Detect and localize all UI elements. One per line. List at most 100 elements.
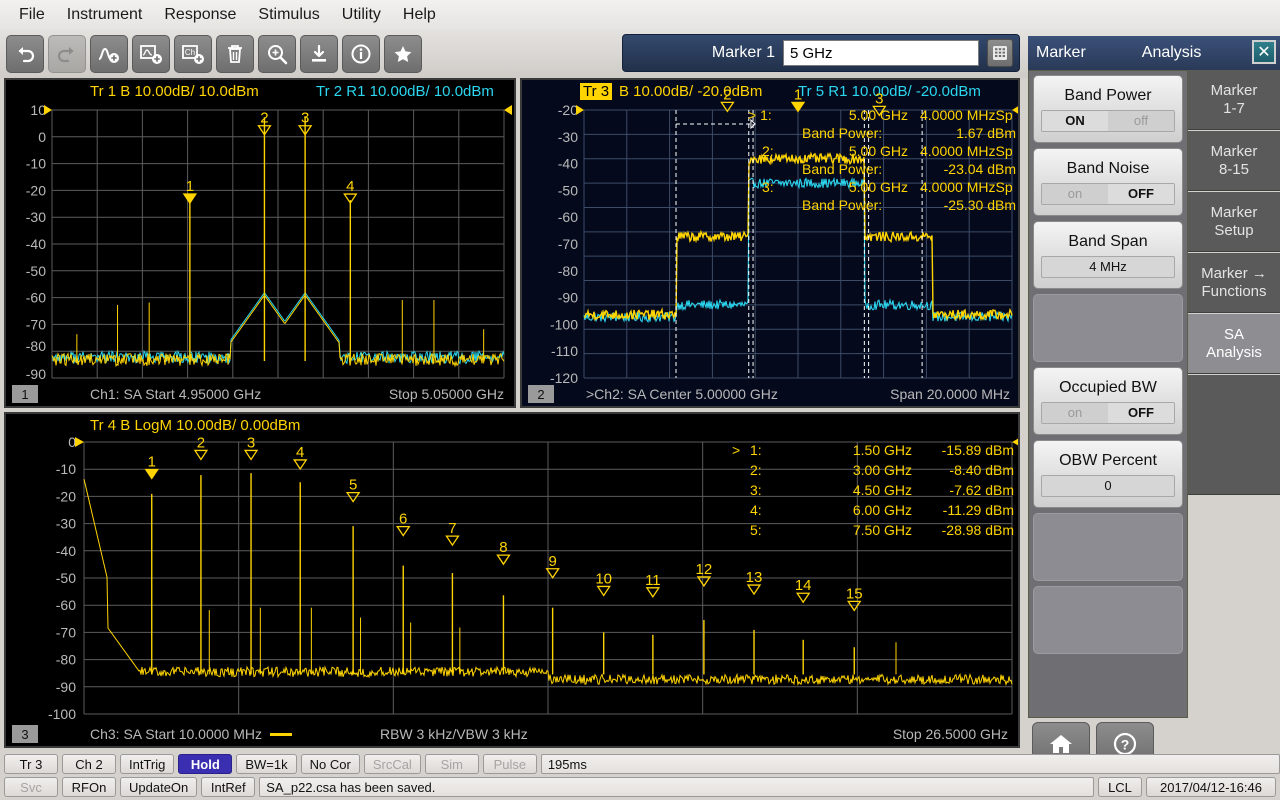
panel-tab-marker-8-15[interactable]: Marker8-15	[1188, 131, 1280, 191]
status-button-lcl[interactable]: LCL	[1098, 777, 1142, 797]
menu-item-instrument[interactable]: Instrument	[56, 4, 154, 26]
status-datetime: 2017/04/12-16:46	[1146, 777, 1276, 797]
svg-text:Ch: Ch	[185, 48, 195, 57]
status-button-rfon[interactable]: RFOn	[62, 777, 116, 797]
svg-text:-80: -80	[26, 338, 46, 354]
svg-text:12: 12	[696, 561, 713, 578]
softkey-empty-3	[1033, 294, 1183, 362]
svg-text:-40: -40	[56, 543, 76, 559]
menu-item-response[interactable]: Response	[153, 4, 247, 26]
window-number-1[interactable]: 1	[12, 385, 38, 403]
window-number-3[interactable]: 3	[12, 725, 38, 743]
svg-text:-40: -40	[26, 236, 46, 252]
info-icon[interactable]	[342, 35, 380, 73]
panel-tab-marker-setup[interactable]: MarkerSetup	[1188, 192, 1280, 252]
delete-icon[interactable]	[216, 35, 254, 73]
status-button-inttrig[interactable]: IntTrig	[120, 754, 174, 774]
svg-text:9: 9	[548, 553, 556, 570]
svg-text:13: 13	[746, 569, 763, 586]
status-button-pulse: Pulse	[483, 754, 537, 774]
status-button-tr-3[interactable]: Tr 3	[4, 754, 58, 774]
svg-text:-30: -30	[558, 129, 578, 145]
toggle-band-power-on[interactable]: ON	[1042, 111, 1108, 131]
zoom-icon[interactable]	[258, 35, 296, 73]
svg-text:-60: -60	[26, 290, 46, 306]
value-band-span[interactable]: 4 MHz	[1041, 256, 1175, 278]
menu-item-help[interactable]: Help	[392, 4, 447, 26]
status-button-updateon[interactable]: UpdateOn	[120, 777, 197, 797]
softkey-label-occupied-bw: Occupied BW	[1059, 379, 1157, 397]
svg-text:-70: -70	[26, 316, 46, 332]
trace-window-2[interactable]: Tr 3 B 10.00dB/ -20.0dBm Tr 5 R1 10.00dB…	[520, 78, 1020, 408]
value-obw-percent[interactable]: 0	[1041, 475, 1175, 497]
toggle-band-noise[interactable]: onOFF	[1041, 183, 1175, 205]
toggle-occupied-bw-on[interactable]: on	[1042, 403, 1108, 423]
softkey-band-power[interactable]: Band PowerONoff	[1033, 75, 1183, 143]
panel-tab-marker-functions[interactable]: Marker →Functions	[1188, 253, 1280, 313]
window-1-footer: 1 Ch1: SA Start 4.95000 GHz Stop 5.05000…	[6, 382, 514, 406]
trace-window-3[interactable]: Tr 4 B LogM 10.00dB/ 0.00dBm 0-10-20-30-…	[4, 412, 1020, 748]
softkey-occupied-bw[interactable]: Occupied BW onOFF	[1033, 367, 1183, 435]
svg-text:11: 11	[645, 572, 661, 589]
marker-value-text: 5 GHz	[790, 45, 833, 62]
menu-item-stimulus[interactable]: Stimulus	[247, 4, 330, 26]
menu-item-file[interactable]: File	[8, 4, 56, 26]
svg-text:-10: -10	[26, 156, 46, 172]
toggle-band-noise-off[interactable]: OFF	[1108, 184, 1174, 204]
softkey-band-span[interactable]: Band Span 4 MHz	[1033, 221, 1183, 289]
svg-text:-60: -60	[558, 209, 578, 225]
panel-tab-sa-analysis[interactable]: SAAnalysis	[1188, 314, 1280, 374]
favorite-icon[interactable]	[384, 35, 422, 73]
add-channel-icon[interactable]: Ch	[174, 35, 212, 73]
svg-text:-100: -100	[48, 706, 76, 722]
svg-text:2: 2	[260, 110, 268, 127]
status-bar-row-2: SvcRFOnUpdateOnIntRefSA_p22.csa has been…	[0, 776, 1280, 798]
panel-tab-blank	[1188, 375, 1280, 495]
svg-text:-90: -90	[56, 679, 76, 695]
keypad-icon[interactable]	[987, 39, 1013, 67]
toggle-band-power-off[interactable]: off	[1108, 111, 1174, 131]
status-button-hold[interactable]: Hold	[178, 754, 232, 774]
status-button-intref[interactable]: IntRef	[201, 777, 255, 797]
status-field-195ms[interactable]: 195ms	[541, 754, 1280, 774]
svg-text:-80: -80	[558, 263, 578, 279]
svg-text:?: ?	[1121, 737, 1130, 753]
svg-text:3: 3	[247, 434, 255, 451]
toggle-band-power[interactable]: ONoff	[1041, 110, 1175, 132]
softkey-obw-percent[interactable]: OBW Percent0	[1033, 440, 1183, 508]
marker-value-input[interactable]: 5 GHz	[783, 40, 979, 66]
window-2-channel-info: >Ch2: SA Center 5.00000 GHz	[586, 386, 778, 402]
svg-text:-40: -40	[558, 156, 578, 172]
window-number-2[interactable]: 2	[528, 385, 554, 403]
save-icon[interactable]	[300, 35, 338, 73]
svg-text:6: 6	[399, 511, 407, 528]
status-field-sa-p22-csa-has-been-saved[interactable]: SA_p22.csa has been saved.	[259, 777, 1094, 797]
svg-text:-50: -50	[56, 570, 76, 586]
toggle-occupied-bw-off[interactable]: OFF	[1108, 403, 1174, 423]
trace-window-1[interactable]: Tr 1 B 10.00dB/ 10.0dBm Tr 2 R1 10.00dB/…	[4, 78, 516, 408]
status-button-bw-1k[interactable]: BW=1k	[236, 754, 296, 774]
add-trace-icon[interactable]	[90, 35, 128, 73]
add-window-icon[interactable]	[132, 35, 170, 73]
marker-entry-bar: Marker 1 5 GHz	[622, 34, 1020, 72]
svg-text:-90: -90	[558, 290, 578, 306]
trace-color-swatch	[270, 733, 292, 736]
close-icon[interactable]: ✕	[1252, 40, 1276, 64]
svg-text:2: 2	[723, 86, 731, 103]
svg-text:-110: -110	[551, 343, 578, 359]
svg-text:1: 1	[148, 453, 156, 470]
softkey-band-noise[interactable]: Band NoiseonOFF	[1033, 148, 1183, 216]
panel-tab-marker-1-7[interactable]: Marker1-7	[1188, 70, 1280, 130]
window-3-footer: 3 Ch3: SA Start 10.0000 MHz RBW 3 kHz/VB…	[6, 722, 1018, 746]
softkey-label-band-span: Band Span	[1068, 233, 1147, 251]
status-bar-row-1: Tr 3Ch 2IntTrigHoldBW=1kNo CorSrcCalSimP…	[0, 753, 1280, 775]
svg-text:10: 10	[30, 102, 46, 118]
undo-icon[interactable]	[6, 35, 44, 73]
window-1-channel-info: Ch1: SA Start 4.95000 GHz	[90, 386, 261, 402]
status-button-no-cor[interactable]: No Cor	[301, 754, 360, 774]
toggle-band-noise-on[interactable]: on	[1042, 184, 1108, 204]
svg-text:-70: -70	[56, 624, 76, 640]
menu-item-utility[interactable]: Utility	[331, 4, 392, 26]
toggle-occupied-bw[interactable]: onOFF	[1041, 402, 1175, 424]
status-button-ch-2[interactable]: Ch 2	[62, 754, 116, 774]
